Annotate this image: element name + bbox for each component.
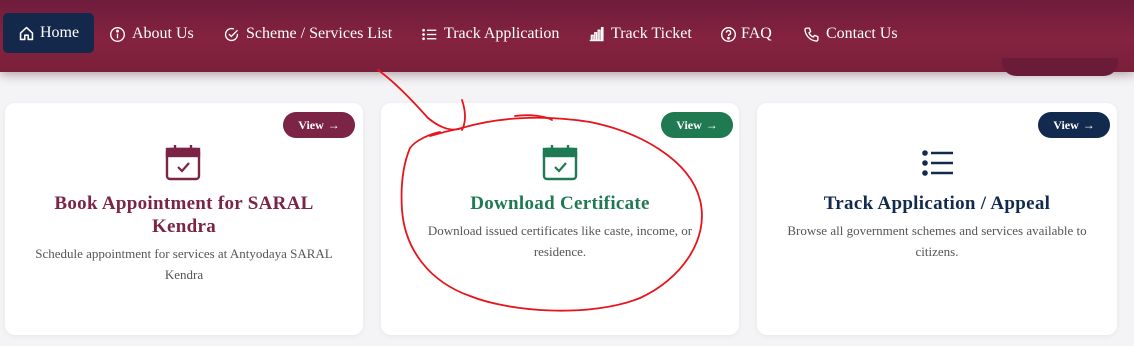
- card-desc-line2: Kendra: [164, 267, 204, 282]
- view-button-label: View: [1053, 117, 1079, 132]
- nav-track-ticket[interactable]: Track Ticket: [588, 14, 692, 54]
- card-desc-line1: Schedule appointment for services at Ant…: [35, 246, 333, 261]
- arrow-right-icon: →: [1082, 117, 1095, 132]
- check-circle-icon: [224, 27, 239, 41]
- bar-chart-icon: [589, 26, 604, 41]
- list-icon: [922, 150, 953, 176]
- arrow-right-icon: →: [327, 117, 340, 132]
- question-icon: [721, 26, 736, 42]
- card-desc-line2: residence.: [533, 244, 587, 259]
- nav-contact-us[interactable]: Contact Us: [803, 14, 898, 54]
- nav-track-application-label: Track Application: [444, 25, 560, 42]
- card-download-certificate[interactable]: View → Download Certificate Download iss…: [381, 103, 739, 335]
- nav-scheme-services[interactable]: Scheme / Services List: [223, 14, 392, 54]
- nav-scheme-services-label: Scheme / Services List: [246, 25, 393, 42]
- nav-home[interactable]: Home: [3, 13, 94, 53]
- calendar-check-icon: [165, 145, 201, 181]
- view-button-label: View: [298, 117, 324, 132]
- view-button[interactable]: View →: [283, 112, 355, 138]
- card-track-application[interactable]: View → Track Application / Appeal Browse…: [757, 103, 1117, 335]
- nav-faq[interactable]: FAQ: [720, 14, 772, 54]
- card-title-line1: Track Application / Appeal: [823, 193, 1051, 214]
- nav-about-us[interactable]: About Us: [109, 14, 194, 54]
- info-icon: [110, 26, 125, 42]
- nav-track-application[interactable]: Track Application: [421, 14, 559, 54]
- card-title: Book Appointment for SARAL Kendra: [5, 192, 363, 238]
- nav-contact-us-label: Contact Us: [826, 25, 898, 42]
- card-title: Download Certificate: [381, 192, 739, 215]
- card-book-appointment[interactable]: View → Book Appointment for SARAL Kendra…: [5, 103, 363, 335]
- card-description: Browse all government schemes and servic…: [757, 220, 1117, 262]
- nav-faq-label: FAQ: [741, 25, 772, 42]
- nav-track-ticket-label: Track Ticket: [611, 25, 692, 42]
- card-desc-line2: citizens.: [915, 244, 959, 259]
- nav-right-pill[interactable]: [1002, 58, 1118, 76]
- card-desc-line1: Browse all government schemes and servic…: [787, 223, 1087, 238]
- nav-about-us-label: About Us: [132, 25, 194, 42]
- view-button[interactable]: View →: [1038, 112, 1110, 138]
- card-description: Schedule appointment for services at Ant…: [5, 243, 363, 285]
- card-title-line1: Book Appointment for SARAL: [54, 193, 314, 214]
- card-desc-line1: Download issued certificates like caste,…: [427, 223, 693, 238]
- view-button-label: View: [676, 117, 702, 132]
- phone-icon: [804, 26, 819, 42]
- nav-home-label: Home: [40, 24, 80, 41]
- home-icon: [19, 26, 34, 40]
- card-title-line2: Kendra: [151, 216, 217, 237]
- card-title-line1: Download Certificate: [470, 193, 650, 214]
- list-icon: [422, 28, 437, 40]
- card-description: Download issued certificates like caste,…: [381, 220, 739, 262]
- arrow-right-icon: →: [705, 117, 718, 132]
- calendar-check-icon: [542, 145, 578, 181]
- view-button[interactable]: View →: [661, 112, 733, 138]
- card-title: Track Application / Appeal: [757, 192, 1117, 215]
- top-navbar: Home About Us Scheme / Services List Tra…: [0, 0, 1134, 72]
